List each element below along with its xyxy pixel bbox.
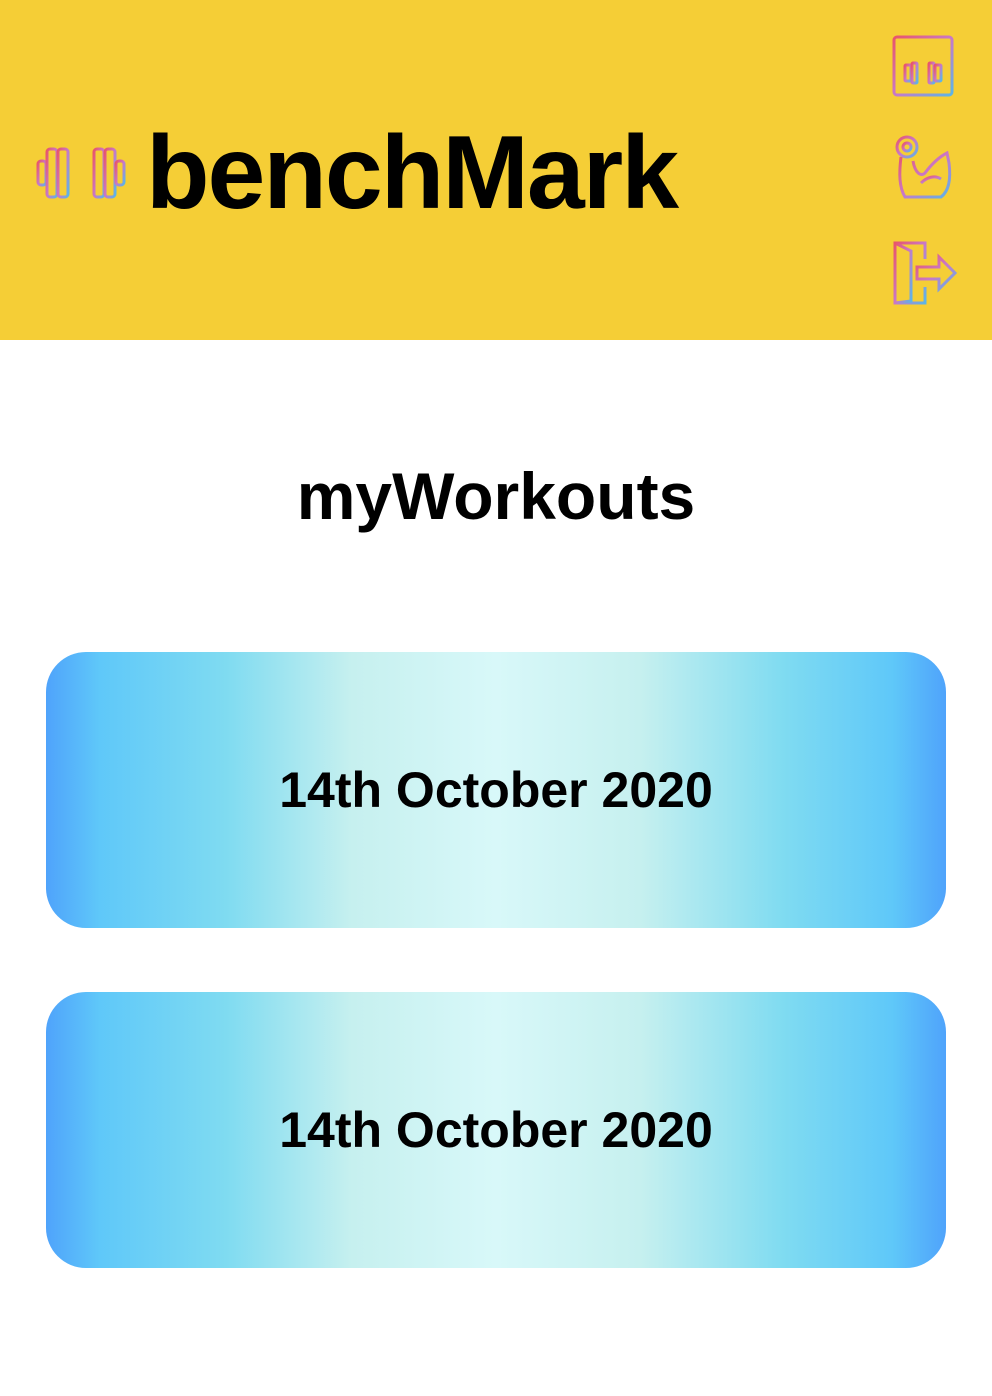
workout-card[interactable]: 14th October 2020 — [46, 652, 946, 928]
calendar-workout-icon — [892, 32, 954, 97]
header-nav — [890, 28, 958, 308]
workout-list: 14th October 2020 14th October 2020 — [46, 652, 946, 1332]
app-title: benchMark — [146, 115, 679, 231]
workout-date: 14th October 2020 — [279, 762, 713, 818]
flexed-arm-icon — [895, 135, 952, 199]
brand: benchMark — [36, 108, 679, 238]
calendar-nav-button[interactable] — [890, 28, 958, 100]
exercises-nav-button[interactable] — [890, 132, 958, 204]
logout-nav-button[interactable] — [890, 236, 958, 308]
logout-icon — [893, 241, 957, 305]
app-header: benchMark — [0, 0, 992, 340]
workout-date: 14th October 2020 — [279, 1102, 713, 1158]
page-title: myWorkouts — [296, 459, 696, 533]
barbell-icon — [36, 147, 126, 199]
workout-card[interactable]: 14th October 2020 — [46, 992, 946, 1268]
